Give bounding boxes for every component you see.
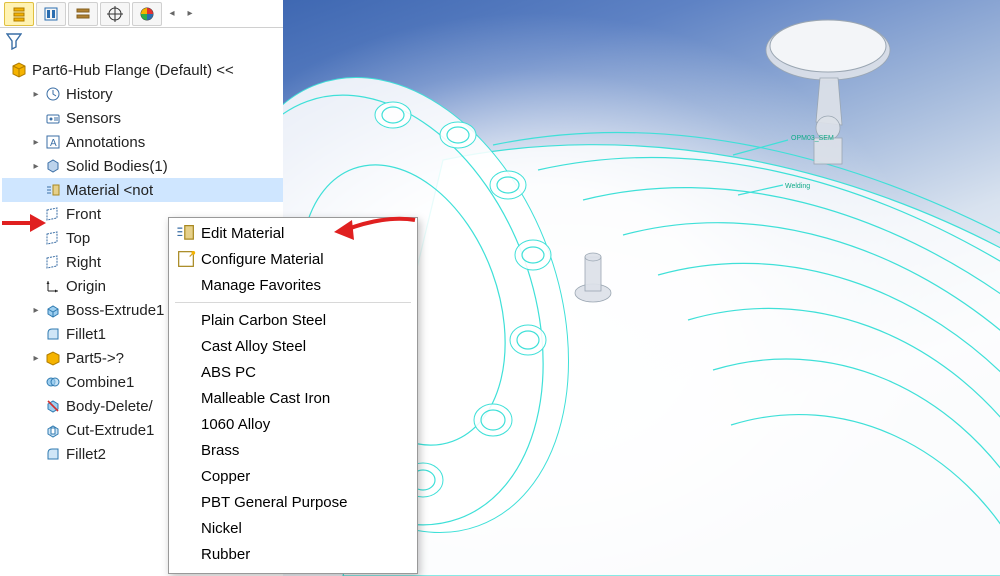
plane-icon (44, 205, 62, 223)
bodydel-icon (44, 397, 62, 415)
tab-display-manager[interactable] (132, 2, 162, 26)
sensors-icon (44, 109, 62, 127)
tree-item-label: Top (66, 230, 90, 247)
history-icon (44, 85, 62, 103)
caret-icon[interactable]: ▸ (30, 305, 42, 316)
feature-tree-icon (11, 6, 27, 22)
menu-item-label: Cast Alloy Steel (197, 338, 306, 355)
fillet-icon (44, 325, 62, 343)
tree-item-label: Front (66, 206, 101, 223)
tree-item-label: Sensors (66, 110, 121, 127)
plane-icon (44, 253, 62, 271)
menu-item-label: ABS PC (197, 364, 256, 381)
viewport-annotation: OPM03_SEM (791, 135, 834, 142)
menu-separator (175, 302, 411, 303)
edit-material-icon (175, 224, 197, 242)
menu-item-label: Plain Carbon Steel (197, 312, 326, 329)
menu-edit-material[interactable]: Edit Material (169, 220, 417, 246)
panel-tab-bar: ◂ ▸ (0, 0, 283, 28)
tree-item-sensors[interactable]: ▸ Sensors (2, 106, 283, 130)
tab-property-manager[interactable] (36, 2, 66, 26)
viewport-annotation: Welding (785, 183, 810, 190)
menu-material-option[interactable]: Malleable Cast Iron (169, 385, 417, 411)
menu-material-option[interactable]: 1060 Alloy (169, 411, 417, 437)
origin-icon (44, 277, 62, 295)
menu-material-option[interactable]: ABS PC (169, 359, 417, 385)
menu-material-option[interactable]: Cast Alloy Steel (169, 333, 417, 359)
menu-item-label: Rubber (197, 546, 250, 563)
menu-material-option[interactable]: Copper (169, 463, 417, 489)
tree-item-label: Right (66, 254, 101, 271)
tree-item-label: Body-Delete/ (66, 398, 153, 415)
menu-material-option[interactable]: Rubber (169, 541, 417, 567)
menu-item-label: 1060 Alloy (197, 416, 270, 433)
property-icon (43, 6, 59, 22)
funnel-icon (6, 32, 22, 50)
part-icon (44, 349, 62, 367)
tree-item-label: Origin (66, 278, 106, 295)
menu-material-option[interactable]: Brass (169, 437, 417, 463)
tree-item-label: Solid Bodies(1) (66, 158, 168, 175)
tab-prev[interactable]: ◂ (164, 2, 180, 26)
tree-item-label: Boss-Extrude1 (66, 302, 164, 319)
tree-root-label: Part6-Hub Flange (Default) << (32, 62, 234, 79)
menu-item-label: Malleable Cast Iron (197, 390, 330, 407)
tab-next[interactable]: ▸ (182, 2, 198, 26)
extrude-icon (44, 301, 62, 319)
caret-icon[interactable]: ▸ (30, 353, 42, 364)
caret-none: ▸ (30, 113, 42, 124)
tree-item-label: History (66, 86, 113, 103)
configure-icon (175, 250, 197, 268)
caret-icon[interactable]: ▸ (30, 161, 42, 172)
tree-item-label: Combine1 (66, 374, 134, 391)
tree-item-label: Fillet1 (66, 326, 106, 343)
menu-material-option[interactable]: PBT General Purpose (169, 489, 417, 515)
menu-configure-material[interactable]: Configure Material (169, 246, 417, 272)
menu-item-label: Configure Material (197, 251, 324, 268)
svg-text:A: A (50, 138, 57, 149)
target-icon (107, 6, 123, 22)
solid-icon (44, 157, 62, 175)
cut-icon (44, 421, 62, 439)
part-icon (10, 61, 28, 79)
menu-manage-favorites[interactable]: Manage Favorites (169, 272, 417, 298)
menu-item-label: PBT General Purpose (197, 494, 347, 511)
tree-item-label: Cut-Extrude1 (66, 422, 154, 439)
tab-dimxpert[interactable] (100, 2, 130, 26)
menu-item-label: Copper (197, 468, 250, 485)
menu-item-label: Brass (197, 442, 239, 459)
tree-item-label: Material <not (66, 182, 153, 199)
plane-icon (44, 229, 62, 247)
fillet-icon (44, 445, 62, 463)
material-icon (44, 181, 62, 199)
tree-item-label: Annotations (66, 134, 145, 151)
menu-material-option[interactable]: Nickel (169, 515, 417, 541)
caret-icon[interactable]: ▸ (30, 137, 42, 148)
menu-item-label: Manage Favorites (197, 277, 321, 294)
material-context-menu: Edit Material Configure Material Manage … (168, 217, 418, 574)
caret-icon[interactable]: ▸ (30, 89, 42, 100)
tree-item-material[interactable]: ▸ Material <not (2, 178, 283, 202)
tree-root[interactable]: Part6-Hub Flange (Default) << (2, 58, 283, 82)
tab-feature-manager[interactable] (4, 2, 34, 26)
annotations-icon: A (44, 133, 62, 151)
menu-material-option[interactable]: Plain Carbon Steel (169, 307, 417, 333)
caret-none: ▸ (30, 185, 42, 196)
appearance-icon (139, 6, 155, 22)
combine-icon (44, 373, 62, 391)
tree-item-label: Part5->? (66, 350, 124, 367)
tree-item-annotations[interactable]: ▸ A Annotations (2, 130, 283, 154)
tab-configuration-manager[interactable] (68, 2, 98, 26)
tree-item-solid-bodies[interactable]: ▸ Solid Bodies(1) (2, 154, 283, 178)
tree-filter[interactable] (0, 28, 283, 54)
menu-item-label: Nickel (197, 520, 242, 537)
tree-item-history[interactable]: ▸ History (2, 82, 283, 106)
tree-item-label: Fillet2 (66, 446, 106, 463)
config-icon (75, 6, 91, 22)
menu-item-label: Edit Material (197, 225, 284, 242)
